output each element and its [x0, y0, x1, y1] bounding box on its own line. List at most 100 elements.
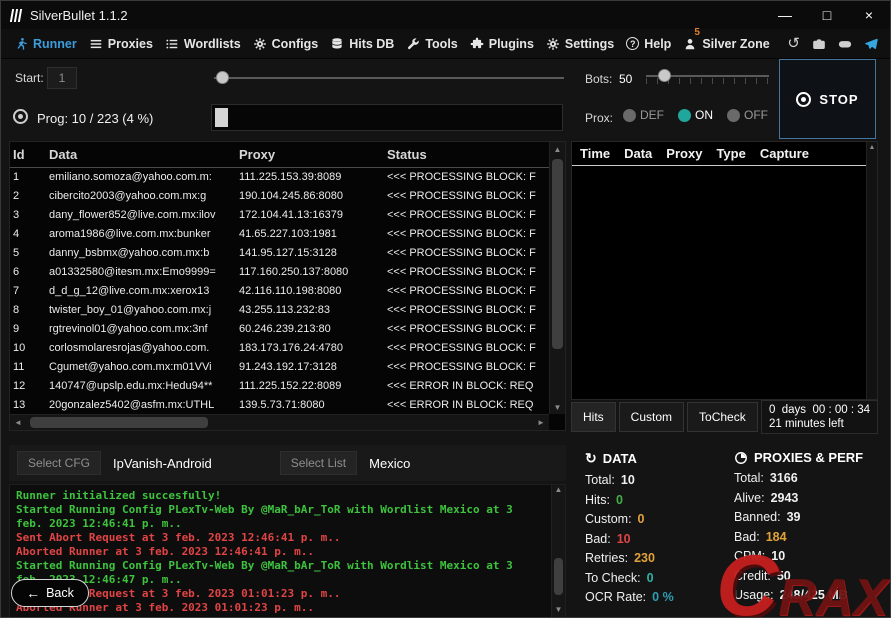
- maximize-button[interactable]: □: [806, 1, 848, 29]
- hits-vertical-scrollbar[interactable]: ▲: [866, 142, 877, 399]
- nav-toolbar: ↺: [787, 36, 882, 51]
- cell-status: <<< PROCESSING BLOCK: F: [387, 284, 536, 297]
- cell-proxy: 190.104.245.86:8080: [239, 189, 343, 202]
- cell-data: rgtrevinol01@yahoo.com.mx:3nf: [49, 322, 208, 335]
- table-row[interactable]: 12 140747@upslp.edu.mx:Hedu94** 111.225.15…: [10, 376, 549, 395]
- stat-label: To Check:: [585, 570, 641, 585]
- cell-proxy: 43.255.113.232:83: [239, 303, 330, 316]
- table-row[interactable]: 4 aroma1986@live.com.mx:bunker 41.65.227.1…: [10, 224, 549, 243]
- back-arrow-icon: ←: [26, 585, 41, 601]
- scroll-up-icon[interactable]: ▲: [550, 142, 565, 156]
- cell-id: 8: [13, 303, 20, 316]
- prox-off-option[interactable]: OFF: [727, 108, 768, 122]
- table-row[interactable]: 8 twister_boy_01@yahoo.com.mx:j 43.255.113…: [10, 300, 549, 319]
- table-row[interactable]: 11 Cgumet@yahoo.com.mx:m01VVi 91.243.192.1…: [10, 357, 549, 376]
- person-icon: [683, 37, 697, 51]
- log-line: Aborted Runner at 3 feb. 2023 01:01:23 p…: [16, 601, 315, 614]
- stat-label: Hits:: [585, 492, 610, 507]
- results-vertical-scrollbar[interactable]: ▲ ▼: [549, 142, 565, 414]
- stat-row: Credit: 50: [734, 567, 863, 587]
- table-row[interactable]: 2 cibercito2003@yahoo.com.mx:g 190.104.245…: [10, 186, 549, 205]
- stat-value: 0 %: [652, 590, 674, 604]
- elapsed-timer: 0 days 00 : 00 : 34 21 minutes left: [760, 400, 878, 434]
- scroll-left-icon[interactable]: ◄: [10, 418, 26, 427]
- stat-label: Banned:: [734, 510, 781, 524]
- stat-label: Custom:: [585, 512, 632, 526]
- scroll-down-icon[interactable]: ▼: [550, 400, 565, 414]
- tab-label: Settings: [564, 36, 615, 51]
- column-header-data: Data: [624, 146, 653, 161]
- stat-row: Hits: 0: [585, 491, 674, 511]
- tab-configs[interactable]: Configs: [248, 29, 324, 58]
- table-row[interactable]: 6 a01332580@itesm.mx:Emo9999= 117.160.250.…: [10, 262, 549, 281]
- select-cfg-button[interactable]: Select CFG: [17, 451, 102, 475]
- log-line: Sent Abort Request at 3 feb. 2023 01:01:…: [16, 587, 341, 600]
- tab-custom[interactable]: Custom: [618, 402, 685, 432]
- table-row[interactable]: 7 d_d_g_12@live.com.mx:xerox13 42.116.110.…: [10, 281, 549, 300]
- tab-tools[interactable]: Tools: [401, 29, 462, 58]
- start-slider[interactable]: [214, 71, 564, 85]
- stat-value: 50: [776, 568, 791, 583]
- scrollbar-thumb[interactable]: [554, 558, 563, 596]
- prox-on-option[interactable]: ON: [678, 108, 713, 122]
- table-row[interactable]: 5 danny_bsbmx@yahoo.com.mx:b 141.95.127.15…: [10, 243, 549, 262]
- stat-label: Usage:: [734, 588, 774, 602]
- prox-def-option[interactable]: DEF: [623, 108, 664, 122]
- stat-label: OCR Rate:: [585, 590, 647, 604]
- tab-wordlists[interactable]: Wordlists: [160, 29, 246, 58]
- results-horizontal-scrollbar[interactable]: ◄ ►: [10, 414, 549, 430]
- close-button[interactable]: ×: [848, 1, 890, 29]
- cell-id: 7: [13, 284, 20, 297]
- camera-icon[interactable]: [812, 37, 826, 51]
- scrollbar-thumb[interactable]: [552, 159, 563, 350]
- tab-runner[interactable]: Runner: [9, 29, 82, 58]
- back-button-label: Back: [46, 586, 74, 600]
- stat-row: Retries: 230: [585, 549, 674, 569]
- stat-row: Custom: 0: [585, 510, 674, 530]
- table-row[interactable]: 1 emiliano.somoza@yahoo.com.m: 111.225.153…: [10, 167, 549, 186]
- tab-hits-db[interactable]: Hits DB: [325, 29, 399, 58]
- cell-id: 11: [13, 360, 25, 373]
- scroll-up-icon[interactable]: ▲: [552, 485, 565, 498]
- hits-panel: Time Data Proxy Type Capture ▲: [571, 141, 878, 400]
- scrollbar-thumb[interactable]: [30, 417, 208, 428]
- column-header-status: Status: [384, 142, 549, 168]
- stat-value: 230: [634, 551, 655, 565]
- tab-help[interactable]: ? Help: [621, 29, 676, 58]
- slider-handle[interactable]: [216, 71, 229, 84]
- tab-plugins[interactable]: Plugins: [465, 29, 539, 58]
- scroll-down-icon[interactable]: ▼: [552, 605, 565, 617]
- table-row[interactable]: 10 corlosmolaresrojas@yahoo.com. 183.173.1…: [10, 338, 549, 357]
- log-vertical-scrollbar[interactable]: ▲ ▼: [551, 485, 565, 617]
- history-icon[interactable]: ↺: [787, 36, 800, 51]
- tab-label: Help: [644, 36, 672, 51]
- tab-proxies[interactable]: Proxies: [84, 29, 158, 58]
- stat-value: 10: [620, 473, 635, 487]
- back-button[interactable]: ← Back: [11, 579, 89, 607]
- cell-status: <<< PROCESSING BLOCK: F: [387, 322, 536, 335]
- table-row[interactable]: 3 dany_flower852@live.com.mx:ilov 172.104.…: [10, 205, 549, 224]
- slider-handle[interactable]: [658, 69, 671, 82]
- tab-hits[interactable]: Hits: [571, 402, 616, 432]
- scroll-right-icon[interactable]: ►: [533, 418, 549, 427]
- cell-proxy: 111.225.153.39:8089: [239, 170, 342, 183]
- tab-settings[interactable]: Settings: [541, 29, 619, 58]
- select-list-button[interactable]: Select List: [279, 451, 358, 475]
- timer-elapsed: 0 days 00 : 00 : 34: [768, 404, 870, 416]
- tab-silver-zone[interactable]: 5 Silver Zone: [678, 27, 774, 58]
- cell-id: 1: [13, 170, 20, 183]
- stop-button[interactable]: STOP: [779, 59, 876, 139]
- start-input[interactable]: [47, 67, 77, 89]
- table-row[interactable]: 9 rgtrevinol01@yahoo.com.mx:3nf 60.246.239…: [10, 319, 549, 338]
- bots-slider[interactable]: [646, 69, 769, 84]
- gamepad-icon[interactable]: [838, 37, 852, 51]
- tab-tocheck[interactable]: ToCheck: [687, 402, 758, 432]
- table-row[interactable]: 13 20gonzalez5402@asfm.mx:UTHL 139.5.73.71…: [10, 395, 549, 414]
- scroll-up-icon[interactable]: ▲: [867, 142, 877, 151]
- cell-proxy: 183.173.176.24:4780: [239, 341, 343, 354]
- telegram-icon[interactable]: [864, 37, 878, 51]
- minimize-button[interactable]: —: [764, 1, 806, 29]
- progress-radio-icon[interactable]: [13, 109, 28, 124]
- stat-value: 3166: [769, 471, 798, 485]
- stat-row: Total: 3166: [734, 469, 863, 489]
